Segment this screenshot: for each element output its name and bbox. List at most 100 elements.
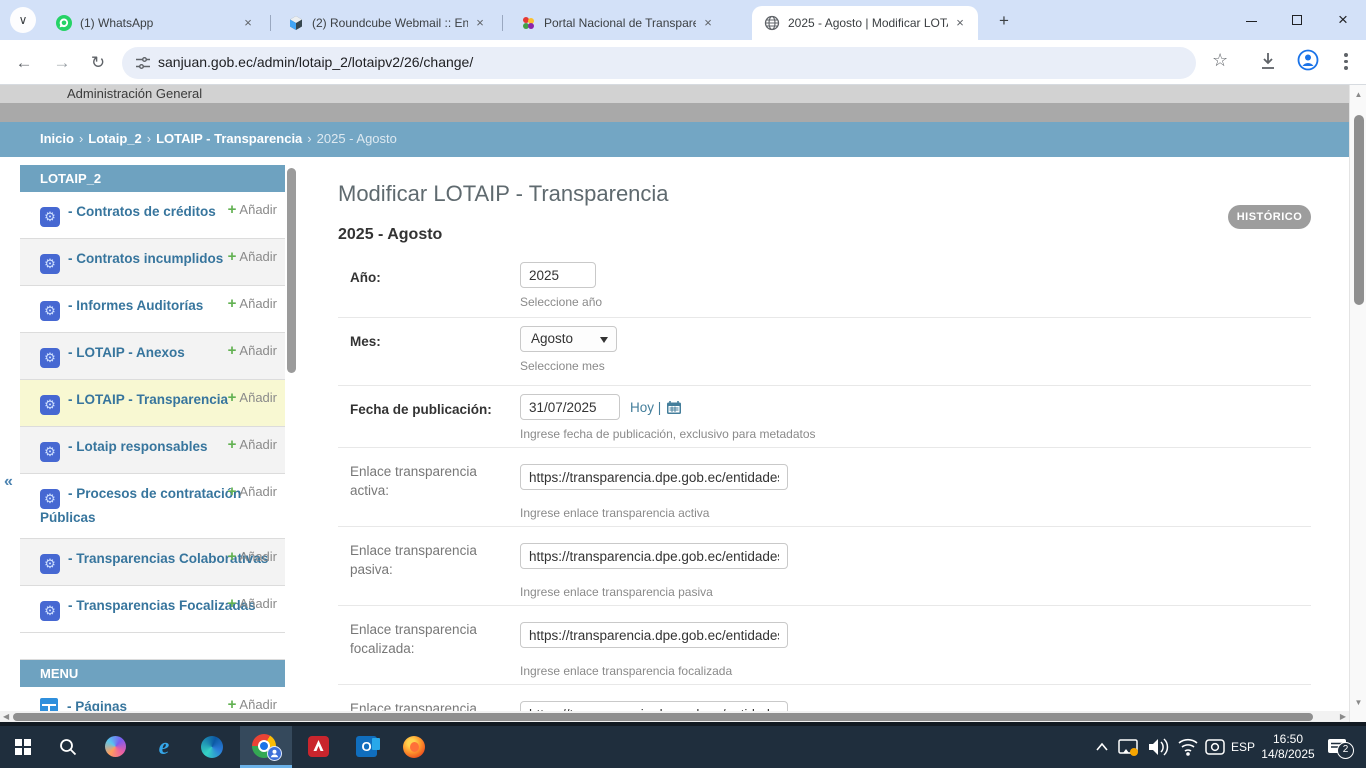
ano-input[interactable] (520, 262, 596, 288)
sidebar-item-label: - Contratos de créditos (68, 204, 216, 219)
taskbar-outlook-button[interactable]: O (344, 726, 388, 768)
new-tab-button[interactable]: + (992, 9, 1016, 33)
profile-avatar-icon[interactable] (1297, 49, 1319, 71)
form-row-mes: Mes: Agosto Seleccione mes (338, 317, 1311, 385)
breadcrumb-inicio[interactable]: Inicio (40, 131, 74, 146)
tab-portal[interactable]: Portal Nacional de Transparenc × (508, 6, 726, 40)
add-button[interactable]: +Añadir (228, 389, 277, 407)
tab-roundcube[interactable]: (2) Roundcube Webmail :: Entra × (276, 6, 498, 40)
add-button[interactable]: +Añadir (228, 548, 277, 566)
form-row-enlace-focalizada: Enlace transparencia focalizada: Ingrese… (338, 605, 1311, 684)
taskbar-copilot-button[interactable] (94, 726, 138, 768)
sidebar-item-contratos-incumplidos[interactable]: ⚙- Contratos incumplidos +Añadir (20, 239, 285, 286)
tray-cast-button[interactable] (1117, 726, 1139, 768)
gear-icon: ⚙ (40, 348, 60, 368)
today-link[interactable]: Hoy | (630, 400, 661, 415)
field-help: Seleccione mes (520, 359, 1311, 373)
sidebar-item-transparencias-colaborativas[interactable]: ⚙- Transparencias Colaborativas +Añadir (20, 539, 285, 586)
site-header-divider (0, 103, 1349, 122)
window-close-button[interactable]: × (1320, 0, 1366, 40)
tray-network-button[interactable] (1176, 726, 1200, 768)
reload-button[interactable]: ↻ (86, 51, 110, 75)
gear-icon: ⚙ (40, 554, 60, 574)
tab-search-chevron-icon[interactable]: ∨ (10, 7, 36, 33)
add-button[interactable]: +Añadir (228, 483, 277, 501)
browser-tab-strip: ∨ (1) WhatsApp × (2) Roundcube Webmail :… (0, 0, 1366, 40)
tab-separator (502, 15, 503, 31)
taskbar-chrome-button-active[interactable] (240, 726, 292, 768)
sidebar-item-procesos-contratacion[interactable]: ⚙- Procesos de contratación Públicas +Añ… (20, 474, 285, 539)
back-button[interactable]: ← (12, 51, 36, 75)
sidebar-section-menu: MENU (20, 660, 285, 687)
tab-close-icon[interactable]: × (952, 15, 968, 31)
sidebar-item-label: - Informes Auditorías (68, 298, 203, 313)
breadcrumb: Inicio›Lotaip_2›LOTAIP - Transparencia›2… (40, 131, 397, 146)
add-button[interactable]: +Añadir (228, 595, 277, 613)
scroll-up-icon[interactable]: ▲ (1350, 90, 1366, 99)
site-settings-icon[interactable] (135, 55, 151, 71)
taskbar-search-button[interactable] (46, 726, 90, 768)
firefox-icon (403, 736, 425, 758)
tray-language-button[interactable]: ESP (1231, 726, 1255, 768)
taskbar-acrobat-button[interactable] (296, 726, 340, 768)
fecha-publicacion-input[interactable] (520, 394, 620, 420)
historico-button[interactable]: HISTÓRICO (1228, 205, 1311, 229)
enlace-pasiva-input[interactable] (520, 543, 788, 569)
window-maximize-button[interactable] (1274, 0, 1320, 40)
plus-icon: + (228, 342, 237, 359)
add-button[interactable]: +Añadir (228, 295, 277, 313)
add-button[interactable]: +Añadir (228, 342, 277, 360)
page-vertical-scrollbar[interactable]: ▲ ▼ (1349, 85, 1366, 722)
forward-button[interactable]: → (50, 51, 74, 75)
sidebar-item-informes-auditorias[interactable]: ⚙- Informes Auditorías +Añadir (20, 286, 285, 333)
scroll-down-icon[interactable]: ▼ (1350, 698, 1366, 707)
scroll-left-icon[interactable]: ◀ (3, 711, 9, 722)
tab-close-icon[interactable]: × (240, 15, 256, 31)
tray-meetnow-button[interactable] (1203, 726, 1227, 768)
sidebar-scrollbar-thumb[interactable] (287, 168, 296, 373)
address-bar[interactable]: sanjuan.gob.ec/admin/lotaip_2/lotaipv2/2… (122, 47, 1196, 79)
sidebar-item-lotaip-transparencia-selected[interactable]: ⚙- LOTAIP - Transparencia +Añadir (20, 380, 285, 427)
tab-close-icon[interactable]: × (472, 15, 488, 31)
tab-active-modificar-lotaip[interactable]: 2025 - Agosto | Modificar LOTA × (752, 6, 978, 40)
enlace-focalizada-input[interactable] (520, 622, 788, 648)
tray-expand-button[interactable] (1095, 726, 1109, 768)
bookmark-star-icon[interactable]: ☆ (1212, 50, 1228, 71)
search-icon (58, 737, 78, 757)
window-minimize-button[interactable] (1228, 0, 1274, 40)
sidebar-item-transparencias-focalizadas[interactable]: ⚙- Transparencias Focalizadas +Añadir (20, 586, 285, 633)
sidebar-item-lotaip-anexos[interactable]: ⚙ - LOTAIP - Anexos +Añadir (20, 333, 285, 380)
gear-icon: ⚙ (40, 254, 60, 274)
enlace-activa-input[interactable] (520, 464, 788, 490)
breadcrumb-lotaip2[interactable]: Lotaip_2 (88, 131, 141, 146)
vertical-scrollbar-thumb[interactable] (1354, 115, 1364, 305)
wifi-icon (1176, 726, 1200, 768)
sidebar-item-contratos-creditos[interactable]: ⚙- Contratos de créditos +Añadir (20, 192, 285, 239)
taskbar-firefox-button[interactable] (392, 726, 436, 768)
whatsapp-icon (56, 15, 72, 31)
tray-clock[interactable]: 16:50 14/8/2025 (1253, 732, 1323, 762)
taskbar-ie-button[interactable]: e (142, 726, 186, 768)
start-button[interactable] (2, 726, 46, 768)
sidebar-item-lotaip-responsables[interactable]: ⚙- Lotaip responsables +Añadir (20, 427, 285, 474)
tray-volume-button[interactable] (1146, 726, 1170, 768)
breadcrumb-lotaip-transparencia[interactable]: LOTAIP - Transparencia (156, 131, 302, 146)
add-button[interactable]: +Añadir (228, 248, 277, 266)
taskbar-edge-button[interactable] (190, 726, 234, 768)
downloads-icon[interactable] (1258, 50, 1278, 72)
add-button[interactable]: +Añadir (228, 436, 277, 454)
page-horizontal-scrollbar[interactable]: ◀ ▶ (0, 711, 1349, 722)
horizontal-scrollbar-thumb[interactable] (13, 713, 1313, 721)
internet-explorer-icon: e (159, 734, 170, 760)
tab-close-icon[interactable]: × (700, 15, 716, 31)
tab-whatsapp[interactable]: (1) WhatsApp × (44, 6, 266, 40)
chrome-menu-icon[interactable] (1344, 53, 1348, 73)
calendar-icon[interactable] (666, 400, 682, 415)
gear-icon: ⚙ (40, 601, 60, 621)
scroll-right-icon[interactable]: ▶ (1340, 711, 1346, 722)
mes-select[interactable]: Agosto (520, 326, 617, 352)
tray-time: 16:50 (1253, 732, 1323, 747)
sidebar-collapse-toggle[interactable]: « (4, 473, 13, 491)
add-button[interactable]: +Añadir (228, 201, 277, 219)
sidebar-item-label: - LOTAIP - Anexos (68, 345, 185, 360)
